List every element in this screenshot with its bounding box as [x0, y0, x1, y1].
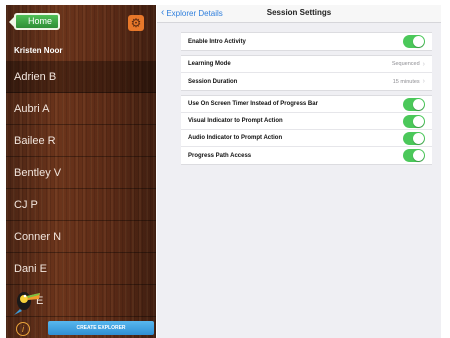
progress-path-row: Progress Path Access: [181, 147, 432, 164]
chevron-left-icon: ‹: [161, 7, 165, 18]
info-icon[interactable]: i: [16, 322, 30, 336]
learning-mode-value-wrap: Sequenced ›: [392, 61, 425, 68]
explorer-item[interactable]: CJ P: [6, 189, 156, 221]
create-explorer-button[interactable]: CREATE EXPLORER: [48, 321, 154, 335]
explorer-item[interactable]: Bentley V: [6, 157, 156, 189]
session-duration-row[interactable]: Session Duration 15 minutes ›: [181, 73, 432, 90]
intro-activity-toggle[interactable]: [403, 35, 425, 48]
progress-path-toggle[interactable]: [403, 149, 425, 162]
explorer-item[interactable]: Aubri A: [6, 93, 156, 125]
learning-mode-label: Learning Mode: [188, 61, 231, 67]
visual-indicator-toggle[interactable]: [403, 114, 425, 128]
visual-indicator-row: Visual Indicator to Prompt Action: [181, 113, 432, 130]
timer-toggle[interactable]: [403, 97, 425, 111]
visual-indicator-label: Visual Indicator to Prompt Action: [188, 118, 283, 124]
toggle-knob: [413, 98, 424, 110]
learning-mode-value: Sequenced: [391, 61, 420, 67]
chevron-right-icon: ›: [422, 78, 425, 85]
audio-indicator-row: Audio Indicator to Prompt Action: [181, 130, 432, 147]
home-button[interactable]: Home: [9, 13, 60, 30]
indicator-group: Use On Screen Timer Instead of Progress …: [181, 95, 432, 165]
session-duration-label: Session Duration: [188, 78, 238, 85]
audio-indicator-toggle[interactable]: [403, 131, 425, 145]
mode-group: Learning Mode Sequenced › Session Durati…: [181, 55, 432, 91]
back-button[interactable]: ‹ Explorer Details: [161, 8, 223, 18]
toggle-knob: [413, 132, 424, 144]
explorer-item[interactable]: Conner N: [6, 221, 156, 253]
session-settings-panel: Session Settings ‹ Explorer Details Enab…: [157, 5, 441, 338]
toggle-knob: [413, 150, 424, 161]
explorer-item[interactable]: Dani E: [6, 253, 156, 285]
intro-activity-row: Enable Intro Activity: [181, 33, 432, 50]
toucan-mascot-icon: [14, 292, 40, 315]
user-name: Kristen Noor: [14, 46, 63, 55]
toggle-knob: [413, 115, 424, 127]
timer-row: Use On Screen Timer Instead of Progress …: [181, 96, 432, 113]
session-duration-value: 15 minutes: [392, 78, 420, 85]
progress-path-label: Progress Path Access: [188, 152, 252, 159]
chevron-right-icon: ›: [422, 60, 425, 68]
explorer-sidebar: Home ⚙ Kristen Noor Adrien B Aubri A Bai…: [6, 5, 156, 338]
explorer-item[interactable]: Bailee R: [6, 125, 156, 157]
intro-activity-label: Enable Intro Activity: [188, 38, 246, 45]
intro-group: Enable Intro Activity: [181, 32, 432, 51]
explorer-list: Adrien B Aubri A Bailee R Bentley V CJ P…: [6, 61, 156, 317]
session-duration-value-wrap: 15 minutes ›: [393, 78, 425, 85]
back-button-label: Explorer Details: [166, 8, 223, 18]
timer-label: Use On Screen Timer Instead of Progress …: [188, 101, 318, 107]
gear-icon[interactable]: ⚙: [128, 15, 144, 31]
explorer-item[interactable]: Adrien B: [6, 61, 156, 93]
toggle-knob: [413, 36, 424, 47]
navigation-bar: Session Settings ‹ Explorer Details: [157, 5, 441, 23]
learning-mode-row[interactable]: Learning Mode Sequenced ›: [181, 56, 432, 73]
audio-indicator-label: Audio Indicator to Prompt Action: [188, 135, 283, 141]
